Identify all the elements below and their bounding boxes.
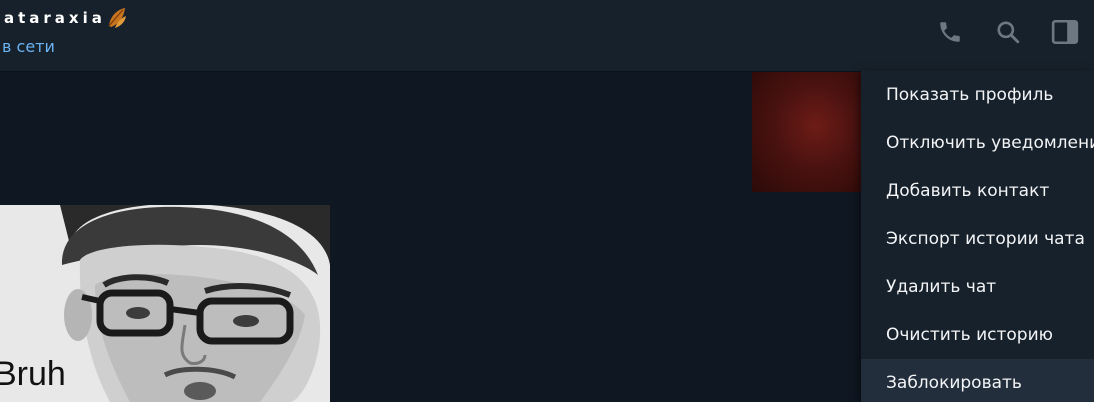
sidebar-toggle-button[interactable]	[1049, 16, 1081, 48]
menu-item-clear-history[interactable]: Очистить историю	[861, 311, 1094, 359]
menu-item-mute-notifications[interactable]: Отключить уведомления	[861, 119, 1094, 167]
meme-image-message[interactable]: Bruh	[0, 205, 330, 402]
meme-caption: Bruh	[0, 355, 66, 393]
search-button[interactable]	[992, 16, 1024, 48]
search-icon	[995, 19, 1021, 45]
sidebar-panel-icon	[1051, 19, 1079, 45]
fallen-leaf-icon	[106, 6, 128, 30]
menu-item-delete-chat[interactable]: Удалить чат	[861, 263, 1094, 311]
call-button[interactable]	[934, 16, 966, 48]
chat-header: ataraxia в сети	[0, 0, 1094, 72]
chat-title[interactable]: ataraxia	[4, 6, 128, 30]
chat-name-text: ataraxia	[4, 9, 106, 27]
menu-item-show-profile[interactable]: Показать профиль	[861, 71, 1094, 119]
photo-message[interactable]	[752, 72, 868, 192]
menu-item-add-contact[interactable]: Добавить контакт	[861, 167, 1094, 215]
chat-status: в сети	[2, 37, 55, 56]
chat-context-menu: Показать профиль Отключить уведомления Д…	[861, 71, 1094, 402]
menu-item-export-chat-history[interactable]: Экспорт истории чата	[861, 215, 1094, 263]
phone-icon	[937, 19, 963, 45]
menu-item-block[interactable]: Заблокировать	[861, 359, 1094, 402]
